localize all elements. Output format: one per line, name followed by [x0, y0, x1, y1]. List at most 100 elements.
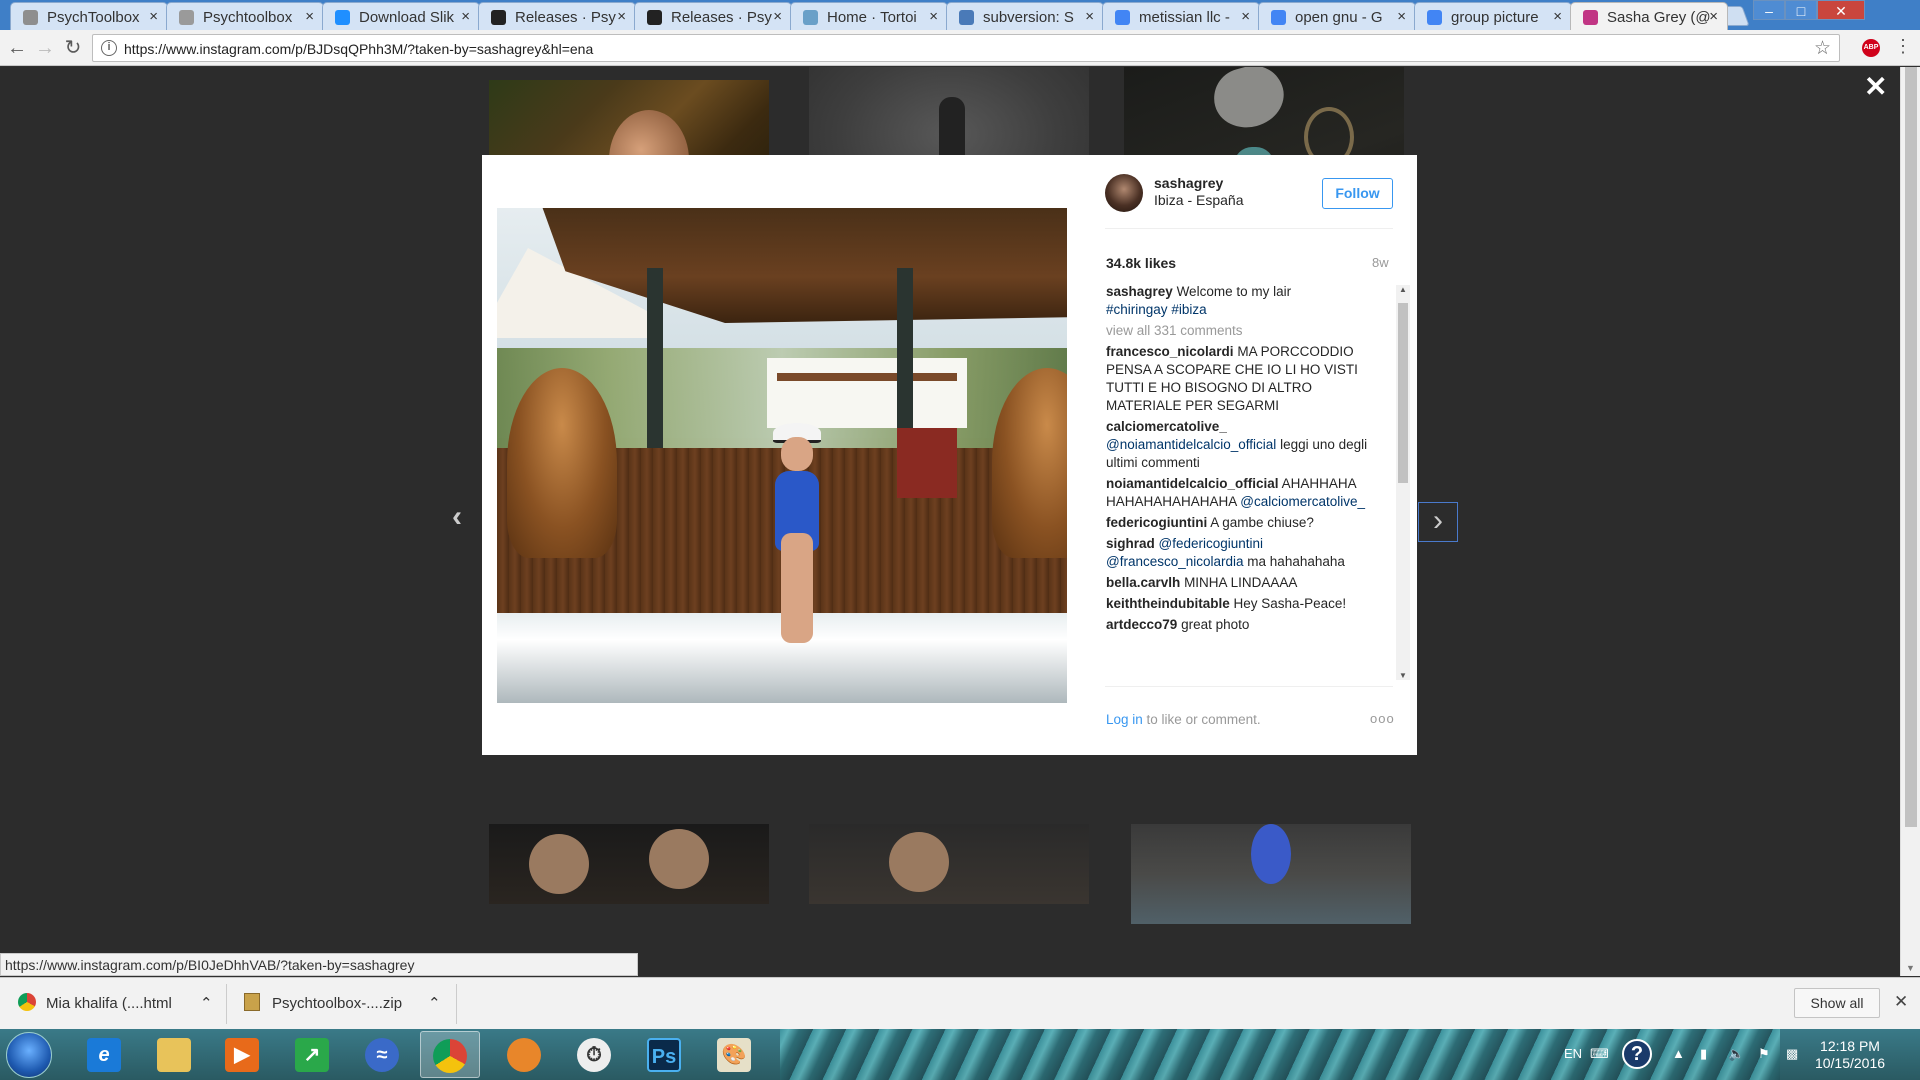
tab-title[interactable]: Releases · Psy	[671, 9, 779, 26]
start-button[interactable]	[6, 1032, 52, 1078]
comment-user[interactable]: noiamantidelcalcio_official	[1106, 476, 1279, 491]
post-location[interactable]: Ibiza - España	[1154, 192, 1244, 208]
paint-icon[interactable]: 🎨	[704, 1031, 764, 1078]
tab-title[interactable]: open gnu - G	[1295, 9, 1403, 26]
tab-title[interactable]: Sasha Grey (@	[1607, 9, 1715, 26]
usb-icon[interactable]: ▮	[1700, 1046, 1707, 1062]
next-post-icon[interactable]: ›	[1418, 502, 1458, 542]
adblock-icon[interactable]: ABP	[1862, 39, 1880, 57]
back-icon[interactable]: ←	[4, 36, 30, 60]
download-filename[interactable]: Psychtoolbox-....zip	[272, 995, 402, 1012]
address-bar[interactable]: i https://www.instagram.com/p/BJDsqQPhh3…	[92, 34, 1840, 62]
tab-close-icon[interactable]: ×	[1709, 8, 1718, 25]
tab-close-icon[interactable]: ×	[1241, 8, 1250, 25]
tab-close-icon[interactable]: ×	[617, 8, 626, 25]
system-clock[interactable]: 12:18 PM 10/15/2016	[1810, 1038, 1890, 1072]
explorer-icon[interactable]	[144, 1031, 204, 1078]
more-options-icon[interactable]: ooo	[1370, 711, 1395, 726]
browser-tab[interactable]: PsychToolbox ×	[10, 2, 168, 30]
stopwatch-icon[interactable]: ⏱	[564, 1031, 624, 1078]
tab-close-icon[interactable]: ×	[929, 8, 938, 25]
comment-user[interactable]: bella.carvlh	[1106, 575, 1180, 590]
browser-tab[interactable]: subversion: S ×	[946, 2, 1104, 30]
info-icon[interactable]: i	[101, 40, 117, 56]
chrome-menu-icon[interactable]: ⋮	[1894, 36, 1912, 57]
ie-icon[interactable]: e	[74, 1031, 134, 1078]
reload-icon[interactable]: ↻	[60, 36, 86, 60]
browser-tab[interactable]: group picture ×	[1414, 2, 1572, 30]
previous-post-icon[interactable]: ‹	[452, 500, 462, 534]
grid-thumbnail[interactable]	[809, 824, 1089, 904]
download-item[interactable]: Psychtoolbox-....zip ⌃	[244, 990, 444, 1018]
tab-close-icon[interactable]: ×	[1085, 8, 1094, 25]
browser-tab[interactable]: Releases · Psy ×	[634, 2, 792, 30]
comment-user[interactable]: artdecco79	[1106, 617, 1177, 632]
close-icon[interactable]: ✕	[1864, 70, 1887, 103]
tray-expand-icon[interactable]: ▲	[1672, 1046, 1685, 1061]
chrome-taskbar-icon[interactable]	[420, 1031, 480, 1078]
comment-user[interactable]: sighrad	[1106, 536, 1155, 551]
media-player-icon[interactable]: ▶	[212, 1031, 272, 1078]
scroll-up-icon[interactable]: ▲	[1399, 285, 1407, 294]
stock-app-icon[interactable]: ↗	[282, 1031, 342, 1078]
login-link[interactable]: Log in	[1106, 712, 1143, 727]
hashtag[interactable]: #ibiza	[1171, 302, 1206, 317]
comment-mention[interactable]: @francesco_nicolardia	[1106, 554, 1244, 569]
tab-close-icon[interactable]: ×	[149, 8, 158, 25]
tab-close-icon[interactable]: ×	[773, 8, 782, 25]
scrollbar-thumb[interactable]	[1398, 303, 1408, 483]
minimize-button[interactable]: –	[1753, 0, 1785, 20]
browser-tab[interactable]: Sasha Grey (@ ×	[1570, 2, 1728, 30]
download-item[interactable]: Mia khalifa (....html ⌃	[18, 990, 218, 1018]
fl-studio-icon[interactable]	[494, 1031, 554, 1078]
tab-close-icon[interactable]: ×	[461, 8, 470, 25]
likes-count[interactable]: 34.8k likes	[1106, 255, 1176, 271]
tab-title[interactable]: Releases · Psy	[515, 9, 623, 26]
grid-thumbnail[interactable]	[1131, 824, 1411, 924]
tab-close-icon[interactable]: ×	[1553, 8, 1562, 25]
browser-tab[interactable]: Download Slik ×	[322, 2, 480, 30]
comment-user[interactable]: francesco_nicolardi	[1106, 344, 1234, 359]
tab-title[interactable]: metissian llc -	[1139, 9, 1247, 26]
forward-icon[interactable]: →	[32, 36, 58, 60]
tab-title[interactable]: Psychtoolbox	[203, 9, 311, 26]
close-shelf-icon[interactable]: ✕	[1894, 992, 1908, 1012]
comment-mention[interactable]: @noiamantidelcalcio_official	[1106, 437, 1276, 452]
comment-mention[interactable]: @federicogiuntini	[1159, 536, 1264, 551]
bookmark-star-icon[interactable]: ☆	[1814, 37, 1831, 60]
browser-tab[interactable]: Releases · Psy ×	[478, 2, 636, 30]
show-all-downloads-button[interactable]: Show all	[1794, 988, 1880, 1018]
url-text[interactable]: https://www.instagram.com/p/BJDsqQPhh3M/…	[124, 41, 593, 57]
browser-tab[interactable]: Psychtoolbox ×	[166, 2, 324, 30]
comment-user[interactable]: federicogiuntini	[1106, 515, 1207, 530]
browser-tab[interactable]: metissian llc - ×	[1102, 2, 1260, 30]
signal-icon[interactable]: ▩	[1786, 1046, 1798, 1062]
tab-title[interactable]: Download Slik	[359, 9, 467, 26]
scroll-down-icon[interactable]: ▼	[1399, 671, 1407, 680]
language-indicator[interactable]: EN	[1564, 1046, 1582, 1061]
view-all-comments-link[interactable]: view all 331 comments	[1106, 322, 1372, 340]
maximize-button[interactable]: □	[1785, 0, 1817, 20]
download-filename[interactable]: Mia khalifa (....html	[46, 995, 172, 1012]
photoshop-icon[interactable]: Ps	[634, 1031, 694, 1078]
comment-user[interactable]: keiththeindubitable	[1106, 596, 1230, 611]
tab-close-icon[interactable]: ×	[1397, 8, 1406, 25]
tab-title[interactable]: subversion: S	[983, 9, 1091, 26]
post-photo[interactable]	[497, 208, 1067, 703]
chevron-up-icon[interactable]: ⌃	[428, 990, 441, 1018]
network-app-icon[interactable]: ≈	[352, 1031, 412, 1078]
avatar[interactable]	[1105, 174, 1143, 212]
scroll-down-icon[interactable]: ▼	[1906, 963, 1915, 973]
tab-title[interactable]: group picture	[1451, 9, 1559, 26]
tab-title[interactable]: Home · Tortoi	[827, 9, 935, 26]
follow-button[interactable]: Follow	[1322, 178, 1393, 209]
grid-thumbnail[interactable]	[489, 824, 769, 904]
action-center-flag-icon[interactable]: ⚑	[1758, 1046, 1770, 1062]
comments-scrollbar[interactable]: ▲ ▼	[1396, 285, 1410, 680]
chevron-up-icon[interactable]: ⌃	[200, 990, 213, 1018]
browser-tab[interactable]: Home · Tortoi ×	[790, 2, 948, 30]
post-username[interactable]: sashagrey	[1154, 175, 1223, 191]
help-icon[interactable]: ?	[1622, 1039, 1652, 1069]
tab-title[interactable]: PsychToolbox	[47, 9, 155, 26]
keyboard-icon[interactable]: ⌨	[1590, 1046, 1609, 1062]
